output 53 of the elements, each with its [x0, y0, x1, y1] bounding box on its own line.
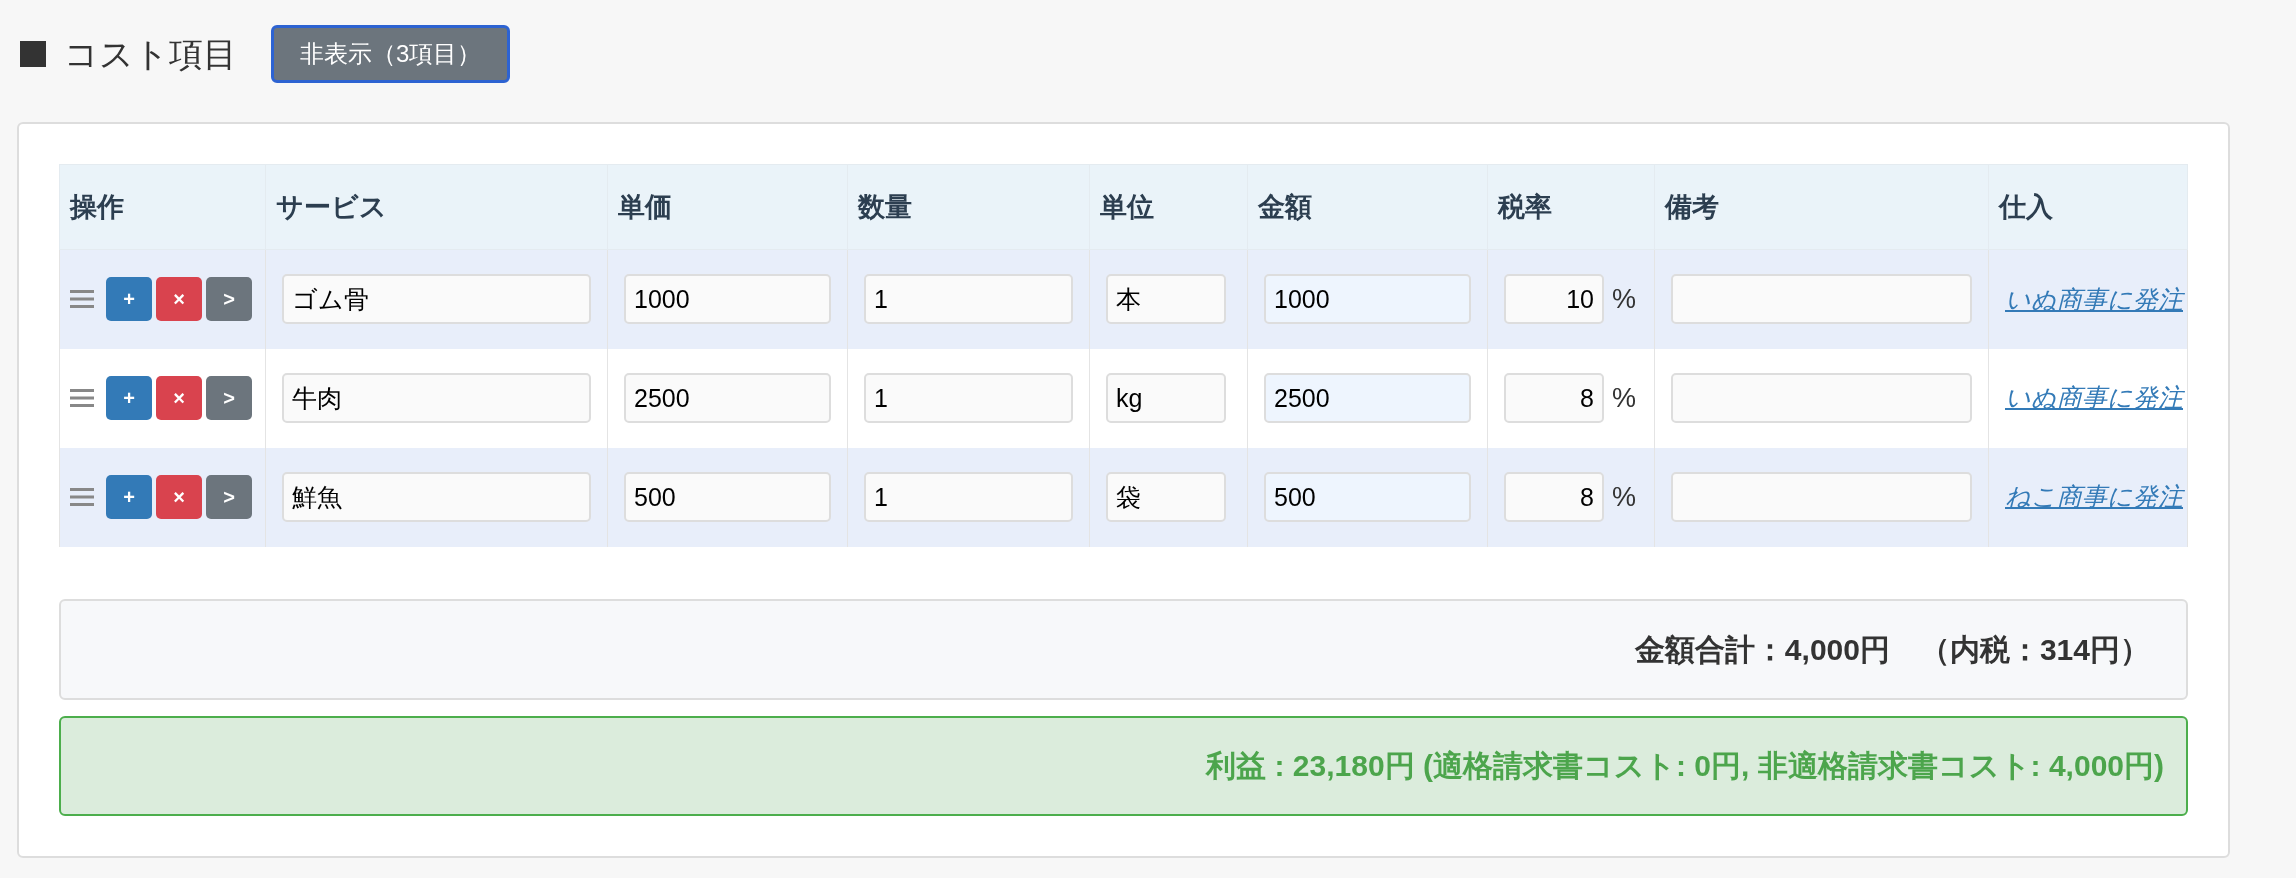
add-button[interactable]: + — [106, 376, 152, 420]
note-field[interactable] — [1671, 274, 1972, 325]
column-header: 備考 — [1665, 191, 1719, 222]
section-title: コスト項目 — [64, 33, 237, 75]
order-link[interactable]: いぬ商事に発注 — [2005, 383, 2183, 412]
next-button[interactable]: > — [206, 277, 252, 322]
profit-summary: 利益 : 23,180円 (適格請求書コスト: 0円, 非適格請求書コスト: 4,000円) — [59, 715, 2188, 816]
order-link[interactable]: いぬ商事に発注 — [2005, 284, 2183, 313]
column-header: 税率 — [1498, 191, 1552, 222]
column-header: 仕入 — [1999, 191, 2053, 222]
column-header: 操作 — [70, 191, 124, 222]
unit-price-field[interactable]: 2500 — [624, 373, 831, 423]
tax-rate-field[interactable]: 10 — [1504, 274, 1604, 325]
amount-field[interactable]: 2500 — [1264, 373, 1471, 423]
drag-handle-icon[interactable] — [70, 488, 94, 506]
add-button[interactable]: + — [106, 277, 152, 322]
amount-field[interactable]: 500 — [1264, 472, 1471, 522]
note-field[interactable] — [1671, 472, 1972, 522]
total-summary: 金額合計：4,000円 （内税：314円） — [59, 598, 2188, 700]
tax-rate-field[interactable]: 8 — [1504, 373, 1604, 423]
service-field[interactable]: ゴム骨 — [282, 274, 591, 325]
note-field[interactable] — [1671, 373, 1972, 423]
quantity-field[interactable]: 1 — [864, 373, 1073, 423]
drag-handle-icon[interactable] — [70, 290, 94, 309]
delete-button[interactable]: × — [156, 376, 202, 420]
column-header: 数量 — [858, 191, 912, 222]
delete-button[interactable]: × — [156, 475, 202, 519]
unit-price-field[interactable]: 500 — [624, 472, 831, 522]
unit-price-field[interactable]: 1000 — [624, 274, 831, 325]
column-header: 単位 — [1100, 191, 1154, 222]
quantity-field[interactable]: 1 — [864, 274, 1073, 325]
add-button[interactable]: + — [106, 475, 152, 519]
tax-rate-field[interactable]: 8 — [1504, 472, 1604, 522]
amount-field[interactable]: 1000 — [1264, 274, 1471, 325]
order-link[interactable]: ねこ商事に発注 — [2005, 482, 2183, 511]
column-header: 単価 — [618, 191, 672, 222]
unit-field[interactable]: 本 — [1106, 274, 1226, 325]
service-field[interactable]: 鮮魚 — [282, 472, 591, 522]
next-button[interactable]: > — [206, 376, 252, 420]
unit-field[interactable]: 袋 — [1106, 472, 1226, 522]
column-header: 金額 — [1258, 191, 1312, 222]
column-header: サービス — [276, 191, 387, 222]
hide-button[interactable]: 非表示（3項目） — [271, 25, 511, 83]
percent-label: % — [1612, 480, 1636, 514]
service-field[interactable]: 牛肉 — [282, 373, 591, 423]
percent-label: % — [1612, 283, 1636, 316]
square-icon — [20, 41, 46, 67]
quantity-field[interactable]: 1 — [864, 472, 1073, 522]
drag-handle-icon[interactable] — [70, 389, 94, 407]
next-button[interactable]: > — [206, 475, 252, 519]
unit-field[interactable]: kg — [1106, 373, 1226, 423]
delete-button[interactable]: × — [156, 277, 202, 322]
percent-label: % — [1612, 381, 1636, 415]
